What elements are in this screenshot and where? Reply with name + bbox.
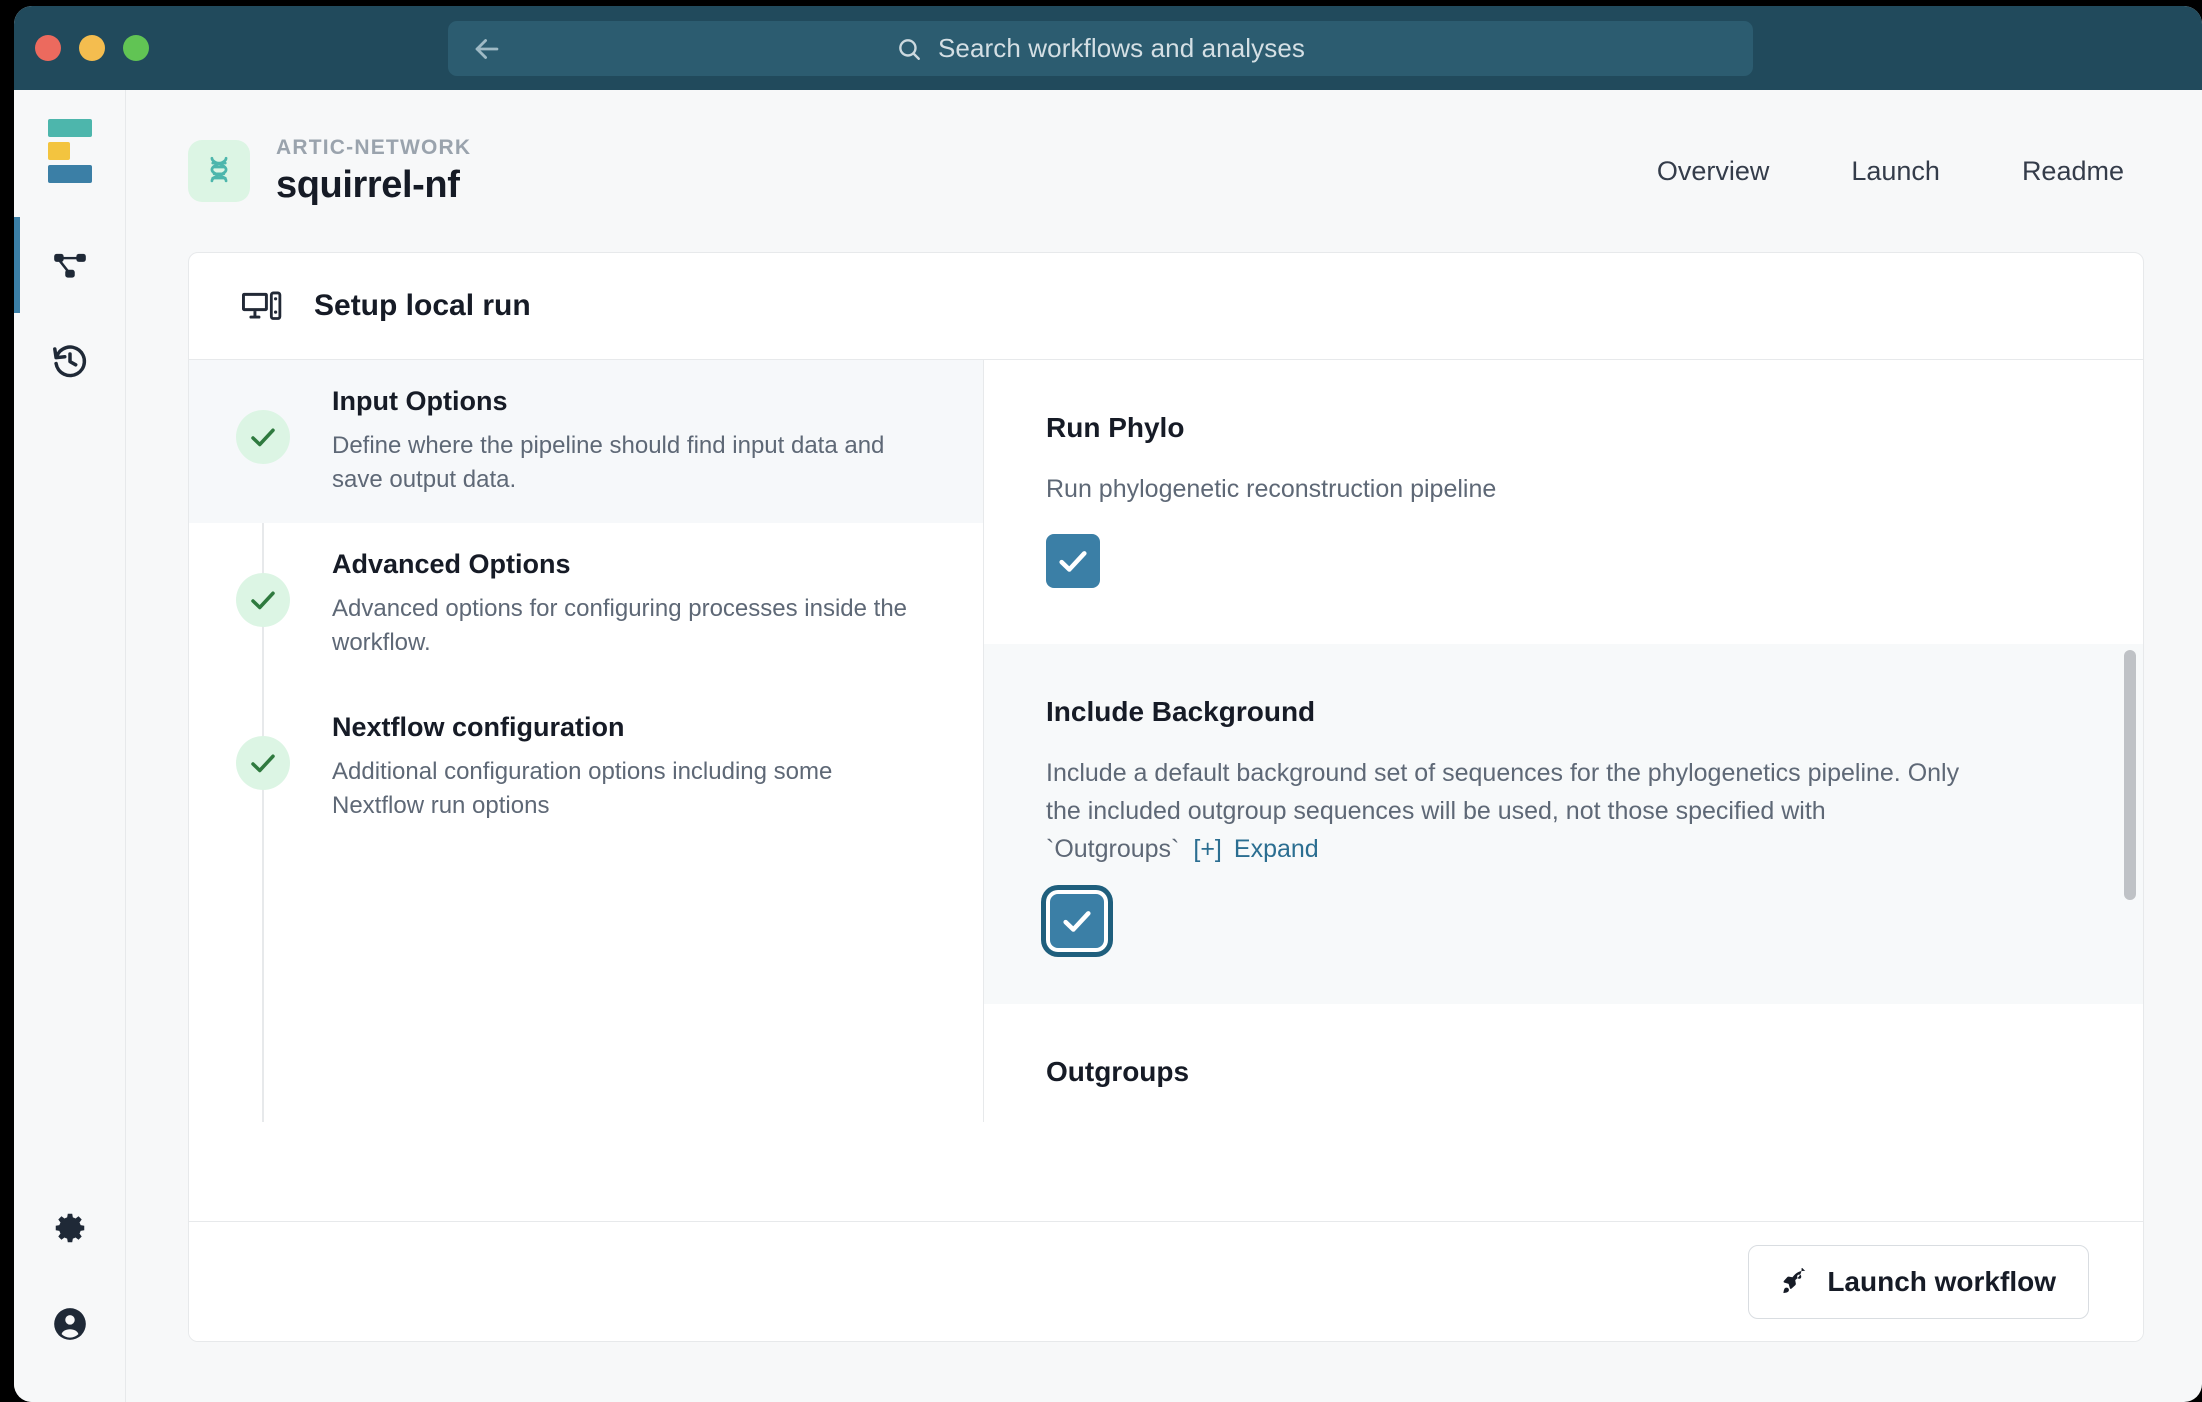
rail-item-pipelines[interactable] bbox=[14, 217, 126, 313]
expand-toggle[interactable]: [+] Expand bbox=[1179, 835, 1318, 863]
page-title: squirrel-nf bbox=[276, 164, 471, 207]
scrollbar-thumb[interactable] bbox=[2124, 650, 2136, 900]
dna-helix-icon bbox=[188, 140, 250, 202]
field-label: Outgroups bbox=[1046, 1056, 2083, 1088]
app-rail bbox=[14, 90, 126, 1402]
field-description: Include a default background set of sequ… bbox=[1046, 754, 1986, 868]
title-bar: Search workflows and analyses bbox=[14, 6, 2202, 90]
launch-workflow-button[interactable]: Launch workflow bbox=[1748, 1245, 2089, 1319]
step-description: Additional configuration options includi… bbox=[332, 755, 923, 823]
history-clock-icon bbox=[51, 342, 89, 380]
rail-item-history[interactable] bbox=[14, 313, 126, 409]
step-description: Define where the pipeline should find in… bbox=[332, 429, 923, 497]
card-footer: Launch workflow bbox=[189, 1221, 2143, 1341]
run-phylo-checkbox[interactable] bbox=[1046, 534, 1100, 588]
arrow-left-icon[interactable] bbox=[470, 32, 504, 66]
field-label: Run Phylo bbox=[1046, 412, 2083, 444]
minimize-window-button[interactable] bbox=[79, 35, 105, 61]
search-bar[interactable]: Search workflows and analyses bbox=[448, 21, 1753, 76]
field-description: Run phylogenetic reconstruction pipeline bbox=[1046, 470, 1986, 508]
desktop-computer-icon bbox=[242, 290, 282, 322]
fields-scrollbar[interactable] bbox=[2124, 360, 2136, 1122]
tab-readme[interactable]: Readme bbox=[2022, 156, 2124, 187]
search-icon bbox=[896, 36, 922, 62]
organization-name: ARTIC-NETWORK bbox=[276, 136, 471, 160]
workflow-share-icon bbox=[51, 246, 89, 284]
include-background-checkbox[interactable] bbox=[1050, 894, 1104, 948]
launch-workflow-label: Launch workflow bbox=[1827, 1266, 2056, 1298]
expand-brackets: [+] bbox=[1193, 835, 1222, 863]
field-description: Specify which MPXV outgroup(s) in the al… bbox=[1046, 1114, 1986, 1122]
field-include-background: Include Background Include a default bac… bbox=[984, 644, 2143, 1004]
step-status-complete-icon bbox=[236, 410, 290, 464]
primary-nav: Overview Launch Readme bbox=[1657, 156, 2124, 187]
logo-bar-yellow bbox=[48, 142, 70, 160]
tab-launch[interactable]: Launch bbox=[1851, 156, 1940, 187]
card-header: Setup local run bbox=[189, 253, 2143, 360]
check-icon bbox=[1060, 904, 1094, 938]
step-title: Advanced Options bbox=[332, 549, 923, 580]
project-identity: ARTIC-NETWORK squirrel-nf bbox=[188, 136, 471, 207]
rocket-icon bbox=[1781, 1268, 1809, 1296]
field-label: Include Background bbox=[1046, 696, 2083, 728]
card-body: Input Options Define where the pipeline … bbox=[189, 360, 2143, 1122]
step-status-complete-icon bbox=[236, 736, 290, 790]
check-icon bbox=[1056, 544, 1090, 578]
user-avatar-icon bbox=[51, 1305, 89, 1343]
step-title: Input Options bbox=[332, 386, 923, 417]
tab-overview[interactable]: Overview bbox=[1657, 156, 1770, 187]
step-status-complete-icon bbox=[236, 573, 290, 627]
field-outgroups: Outgroups Specify which MPXV outgroup(s)… bbox=[984, 1004, 2143, 1122]
field-run-phylo: Run Phylo Run phylogenetic reconstructio… bbox=[984, 360, 2143, 644]
close-window-button[interactable] bbox=[35, 35, 61, 61]
steps-panel: Input Options Define where the pipeline … bbox=[189, 360, 984, 1122]
logo-bar-teal bbox=[48, 119, 92, 137]
card-title: Setup local run bbox=[314, 289, 531, 323]
step-advanced-options[interactable]: Advanced Options Advanced options for co… bbox=[189, 523, 983, 686]
traffic-lights bbox=[35, 35, 149, 61]
rail-item-settings[interactable] bbox=[14, 1180, 126, 1276]
expand-label: Expand bbox=[1234, 835, 1319, 863]
seqera-logo[interactable] bbox=[48, 119, 92, 183]
gear-icon bbox=[51, 1209, 89, 1247]
step-input-options[interactable]: Input Options Define where the pipeline … bbox=[189, 360, 983, 523]
step-nextflow-configuration[interactable]: Nextflow configuration Additional config… bbox=[189, 686, 983, 849]
logo-bar-blue bbox=[48, 165, 92, 183]
fields-panel: Run Phylo Run phylogenetic reconstructio… bbox=[984, 360, 2143, 1122]
step-description: Advanced options for configuring process… bbox=[332, 592, 923, 660]
rail-item-account[interactable] bbox=[14, 1276, 126, 1372]
step-title: Nextflow configuration bbox=[332, 712, 923, 743]
setup-local-run-card: Setup local run Input Options Define whe… bbox=[188, 252, 2144, 1342]
search-input-placeholder: Search workflows and analyses bbox=[938, 33, 1305, 64]
page-header: ARTIC-NETWORK squirrel-nf Overview Launc… bbox=[126, 90, 2202, 252]
zoom-window-button[interactable] bbox=[123, 35, 149, 61]
app-window: Search workflows and analyses bbox=[14, 6, 2202, 1402]
